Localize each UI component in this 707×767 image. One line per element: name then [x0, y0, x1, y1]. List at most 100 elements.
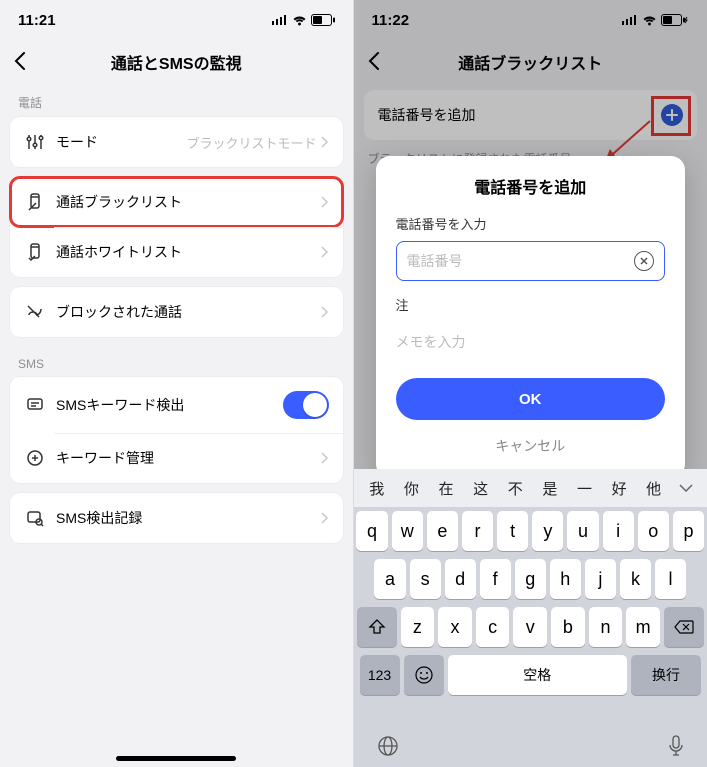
card-lists: 通話ブラックリスト 通話ホワイトリスト — [10, 177, 343, 277]
close-icon — [640, 257, 648, 265]
keyboard-row: a s d f g h j k l — [357, 559, 705, 599]
chevron-down-icon — [679, 484, 693, 492]
section-label-phone: 電話 — [0, 84, 353, 117]
emoji-icon — [414, 665, 434, 685]
suggestion[interactable]: 好 — [602, 472, 637, 505]
key[interactable]: e — [427, 511, 458, 551]
globe-key[interactable] — [376, 734, 400, 758]
back-button[interactable] — [14, 52, 26, 75]
mic-key[interactable] — [667, 734, 685, 758]
row-whitelist[interactable]: 通話ホワイトリスト — [10, 227, 343, 277]
keyboard: 我 你 在 这 不 是 一 好 他 q w e r t y u i o — [354, 469, 707, 767]
row-label: モード — [56, 132, 186, 152]
key[interactable]: z — [401, 607, 435, 647]
key[interactable]: y — [532, 511, 563, 551]
chevron-right-icon — [321, 512, 329, 524]
key[interactable]: q — [356, 511, 387, 551]
right-phone: 11:22 通話ブラックリスト 電話番号を追加 ブラックリストに登録された電話番… — [354, 0, 707, 767]
numbers-key[interactable]: 123 — [360, 655, 400, 695]
row-kw-detect[interactable]: SMSキーワード検出 — [10, 377, 343, 433]
row-blacklist[interactable]: 通話ブラックリスト — [10, 177, 343, 227]
row-kw-manage[interactable]: キーワード管理 — [10, 433, 343, 483]
ok-button[interactable]: OK — [396, 378, 666, 420]
suggestion[interactable]: 不 — [498, 472, 533, 505]
key[interactable]: g — [515, 559, 546, 599]
chevron-right-icon — [321, 306, 329, 318]
sms-log-icon — [24, 507, 46, 529]
signal-icon — [272, 15, 288, 25]
key[interactable]: d — [445, 559, 476, 599]
chevron-right-icon — [321, 246, 329, 258]
phone-input[interactable] — [407, 253, 635, 269]
key[interactable]: t — [497, 511, 528, 551]
key[interactable]: p — [673, 511, 704, 551]
mic-icon — [667, 734, 685, 758]
row-label: ブロックされた通話 — [56, 302, 321, 322]
key[interactable]: b — [551, 607, 585, 647]
chevron-left-icon — [14, 52, 26, 70]
row-value: ブラックリストモード — [186, 133, 316, 152]
note-field[interactable] — [396, 322, 666, 362]
key[interactable]: m — [626, 607, 660, 647]
home-indicator[interactable] — [116, 756, 236, 761]
key[interactable]: h — [550, 559, 581, 599]
suggestion[interactable]: 这 — [463, 472, 498, 505]
space-key[interactable]: 空格 — [448, 655, 628, 695]
row-label: キーワード管理 — [56, 448, 321, 468]
toggle-switch[interactable] — [283, 391, 329, 419]
row-sms-log[interactable]: SMS検出記録 — [10, 493, 343, 543]
key[interactable]: u — [567, 511, 598, 551]
card-mode: モード ブラックリストモード — [10, 117, 343, 167]
key[interactable]: i — [603, 511, 634, 551]
key[interactable]: s — [410, 559, 441, 599]
key[interactable]: o — [638, 511, 669, 551]
shift-icon — [368, 619, 386, 635]
navbar: 通話とSMSの監視 — [0, 40, 353, 84]
key[interactable]: k — [620, 559, 651, 599]
suggestion[interactable]: 在 — [429, 472, 464, 505]
keyword-icon — [24, 447, 46, 469]
add-number-modal: 電話番号を追加 電話番号を入力 注 OK キャンセル — [376, 156, 686, 478]
row-label: 通話ホワイトリスト — [56, 242, 321, 262]
suggestion[interactable]: 你 — [394, 472, 429, 505]
clear-button[interactable] — [634, 251, 654, 271]
key[interactable]: w — [392, 511, 423, 551]
chevron-right-icon — [321, 452, 329, 464]
key[interactable]: v — [513, 607, 547, 647]
section-label-sms: SMS — [0, 347, 353, 377]
wifi-icon — [292, 15, 307, 26]
card-sms-log: SMS検出記録 — [10, 493, 343, 543]
suggestion[interactable]: 一 — [567, 472, 602, 505]
return-key[interactable]: 换行 — [631, 655, 701, 695]
blocked-calls-icon — [24, 301, 46, 323]
row-blocked[interactable]: ブロックされた通話 — [10, 287, 343, 337]
phone-field[interactable] — [396, 241, 666, 281]
status-right — [272, 14, 335, 26]
expand-suggestions[interactable] — [671, 479, 701, 497]
suggestion[interactable]: 我 — [360, 472, 395, 505]
key[interactable]: a — [374, 559, 405, 599]
delete-key[interactable] — [664, 607, 704, 647]
suggestion[interactable]: 是 — [533, 472, 568, 505]
key[interactable]: l — [655, 559, 686, 599]
shift-key[interactable] — [357, 607, 397, 647]
key[interactable]: j — [585, 559, 616, 599]
keyboard-rows: q w e r t y u i o p a s d f g h j k l — [354, 507, 707, 725]
suggestion[interactable]: 他 — [636, 472, 671, 505]
card-sms: SMSキーワード検出 キーワード管理 — [10, 377, 343, 483]
emoji-key[interactable] — [404, 655, 444, 695]
keyboard-suggestions: 我 你 在 这 不 是 一 好 他 — [354, 469, 707, 507]
cancel-button[interactable]: キャンセル — [396, 428, 666, 464]
key[interactable]: r — [462, 511, 493, 551]
row-mode[interactable]: モード ブラックリストモード — [10, 117, 343, 167]
key[interactable]: n — [589, 607, 623, 647]
key[interactable]: c — [476, 607, 510, 647]
phone-allow-icon — [24, 241, 46, 263]
key[interactable]: f — [480, 559, 511, 599]
key[interactable]: x — [438, 607, 472, 647]
row-label: SMSキーワード検出 — [56, 395, 283, 415]
modal-title: 電話番号を追加 — [396, 174, 666, 198]
note-input[interactable] — [396, 334, 666, 350]
field-label-note: 注 — [396, 295, 666, 314]
sms-detect-icon — [24, 394, 46, 416]
